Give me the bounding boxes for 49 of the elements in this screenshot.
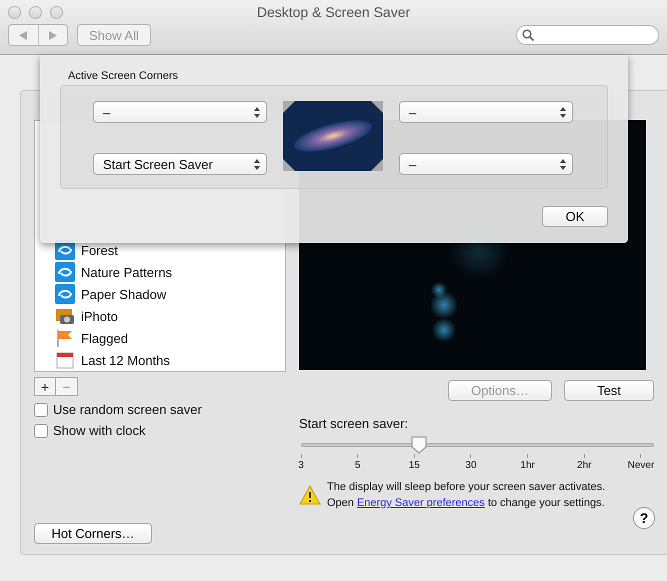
test-button[interactable]: Test xyxy=(564,380,654,401)
tick-label: Never xyxy=(628,460,654,471)
right-triangle-icon xyxy=(48,30,57,40)
corner-select[interactable]: – xyxy=(93,101,267,123)
tick-label: 30 xyxy=(465,460,477,471)
hot-corners-button[interactable]: Hot Corners… xyxy=(34,523,152,544)
tick-label: 5 xyxy=(354,460,360,471)
tick-label: 1hr xyxy=(520,460,535,471)
zoom-button[interactable] xyxy=(50,6,63,18)
stepper-icon xyxy=(254,158,260,170)
add-button[interactable]: + xyxy=(34,377,56,396)
screen-saver-item[interactable]: iPhoto xyxy=(55,305,285,327)
warning-text: The display will sleep before your screen saver activates. xyxy=(327,480,606,495)
swirl-icon xyxy=(55,284,75,304)
minimize-button[interactable] xyxy=(29,6,42,18)
warning-icon xyxy=(299,485,321,505)
flag-icon xyxy=(55,328,75,348)
stepper-icon xyxy=(560,158,566,170)
energy-saver-link[interactable]: Energy Saver preferences xyxy=(356,497,485,509)
corner-select[interactable]: – xyxy=(399,153,573,175)
search-icon xyxy=(522,29,534,41)
screen-saver-item[interactable]: Paper Shadow xyxy=(55,283,285,305)
slider-track[interactable] xyxy=(301,436,654,454)
left-triangle-icon xyxy=(19,30,28,40)
stepper-icon xyxy=(254,106,260,118)
screen-saver-item[interactable]: Nature Patterns xyxy=(55,261,285,283)
camera-icon xyxy=(55,306,75,326)
ok-button[interactable]: OK xyxy=(542,206,608,227)
search-field[interactable] xyxy=(516,25,659,45)
close-button[interactable] xyxy=(8,6,21,18)
checkbox[interactable] xyxy=(34,402,48,416)
slider-thumb[interactable] xyxy=(410,436,427,454)
sheet-title: Active Screen Corners xyxy=(68,70,180,82)
corner-select[interactable]: Start Screen Saver xyxy=(93,153,267,175)
help-button[interactable]: ? xyxy=(633,507,655,529)
window-title: Desktop & Screen Saver xyxy=(256,4,410,20)
tick-label: 2hr xyxy=(577,460,592,471)
screen-saver-item[interactable]: Flagged xyxy=(55,327,285,349)
checkbox-label: Show with clock xyxy=(53,423,146,438)
checkbox-label: Use random screen saver xyxy=(53,402,202,417)
screen-saver-item[interactable]: Last 12 Months xyxy=(55,349,285,371)
warning-text: Open Energy Saver preferences to change your settings. xyxy=(327,496,606,511)
slider-label: Start screen saver: xyxy=(299,416,410,431)
checkbox[interactable] xyxy=(34,424,48,438)
stepper-icon xyxy=(560,106,566,118)
swirl-icon xyxy=(55,262,75,282)
tick-label: 3 xyxy=(298,460,304,471)
corner-select[interactable]: – xyxy=(399,101,573,123)
tick-label: 15 xyxy=(408,460,420,471)
